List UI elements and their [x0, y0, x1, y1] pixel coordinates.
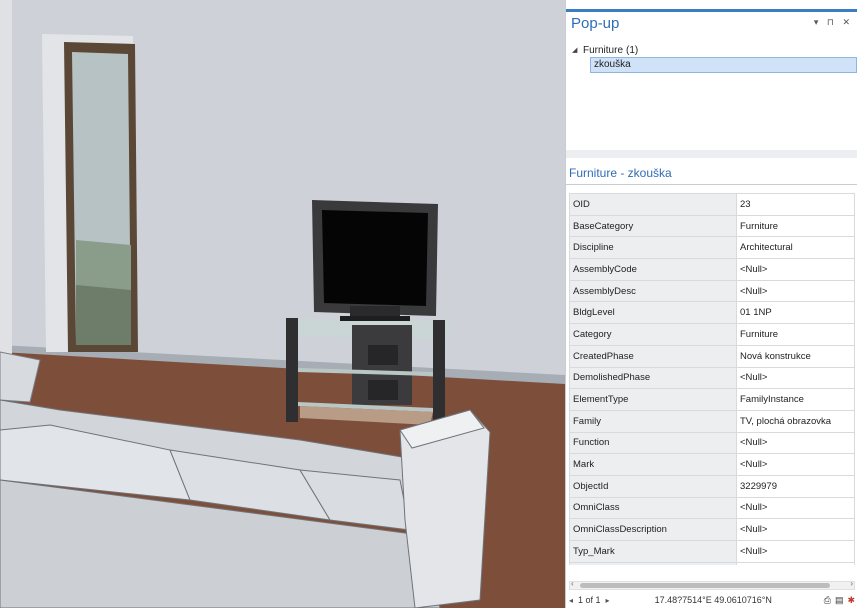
field-name-cell: AssemblyCode — [569, 258, 737, 281]
window — [42, 34, 138, 352]
field-name-cell: ElementType — [569, 388, 737, 411]
field-name-cell: Mark — [569, 453, 737, 476]
field-value-cell: <Null> — [736, 258, 855, 281]
pane-splitter[interactable] — [566, 150, 857, 158]
field-name-cell: Type — [569, 561, 737, 565]
previous-record-button[interactable]: ◂ — [566, 596, 576, 605]
field-value-cell: Architectural — [736, 236, 855, 260]
table-row[interactable]: Typ_Mark <Null> — [569, 540, 855, 563]
table-row[interactable]: OmniClass <Null> — [569, 496, 855, 520]
table-row[interactable]: Category Furniture — [569, 323, 855, 346]
field-value-cell: 23 — [736, 193, 855, 216]
attribute-table: OID 23 BaseCategory Furniture Discipline Arch… — [569, 193, 855, 565]
horizontal-scrollbar[interactable]: ‹ › — [569, 579, 855, 590]
divider — [566, 184, 857, 185]
field-value-cell: 01 1NP — [736, 301, 855, 325]
field-value-cell: <Null> — [736, 496, 855, 520]
field-value-cell: <Null> — [736, 453, 855, 476]
table-row[interactable]: AssemblyCode <Null> — [569, 258, 855, 281]
field-value-cell: Furniture — [736, 323, 855, 346]
tree-node-label: Furniture — [583, 44, 624, 56]
field-name-cell: AssemblyDesc — [569, 279, 737, 303]
field-name-cell: Category — [569, 323, 737, 346]
field-value-cell: 3229979 — [736, 474, 855, 498]
pane-accent-bar — [566, 9, 857, 12]
table-row[interactable]: Type<Null> — [569, 561, 855, 565]
field-name-cell: BldgLevel — [569, 301, 737, 325]
table-row[interactable]: OID 23 — [569, 193, 855, 216]
scroll-right-icon[interactable]: › — [850, 579, 853, 588]
attributes-section-title: Furniture - zkouška — [569, 166, 672, 180]
table-row[interactable]: BaseCategory Furniture — [569, 214, 855, 238]
scrollbar-thumb[interactable] — [580, 583, 830, 588]
field-value-cell: <Null> — [736, 540, 855, 563]
status-bar: ◂ 1 of 1 ▸ 17.48?7514°E 49.0610716°N ⎙ ▤… — [566, 592, 857, 608]
field-value-cell: <Null> — [736, 518, 855, 541]
field-name-cell: Typ_Mark — [569, 540, 737, 563]
print-icon[interactable]: ⎙ — [824, 595, 831, 606]
field-name-cell: BaseCategory — [569, 214, 737, 238]
table-row[interactable]: OmniClassDescription <Null> — [569, 518, 855, 541]
table-row[interactable]: CreatedPhase Nová konstrukce — [569, 344, 855, 368]
table-row[interactable]: Function <Null> — [569, 431, 855, 455]
field-value-cell: Nová konstrukce — [736, 344, 855, 368]
table-row[interactable]: ElementType FamilyInstance — [569, 388, 855, 411]
television — [312, 200, 438, 321]
pane-options-icon[interactable]: ▾ ⊓ ✕ — [814, 17, 853, 28]
next-record-button[interactable]: ▸ — [603, 596, 613, 605]
table-row[interactable]: Mark <Null> — [569, 453, 855, 476]
field-name-cell: Discipline — [569, 236, 737, 260]
pane-title: Pop-up — [571, 15, 620, 32]
expand-triangle-icon[interactable]: ◢ — [572, 46, 580, 54]
field-value-cell: Furniture — [736, 214, 855, 238]
field-name-cell: CreatedPhase — [569, 344, 737, 368]
coordinate-readout: 17.48?7514°E 49.0610716°N — [654, 595, 772, 605]
field-value-cell: FamilyInstance — [736, 388, 855, 411]
field-name-cell: OmniClassDescription — [569, 518, 737, 541]
field-name-cell: Family — [569, 409, 737, 433]
field-value-cell: TV, plochá obrazovka — [736, 409, 855, 433]
table-row[interactable]: ObjectId 3229979 — [569, 474, 855, 498]
table-row[interactable]: AssemblyDesc <Null> — [569, 279, 855, 303]
scene-render — [0, 0, 565, 608]
field-name-cell: OID — [569, 193, 737, 216]
tree-node-selected-feature[interactable]: zkouška — [590, 57, 857, 73]
scene-viewport[interactable] — [0, 0, 565, 608]
field-name-cell: OmniClass — [569, 496, 737, 520]
field-value-cell: <Null> — [736, 431, 855, 455]
table-row[interactable]: Family TV, plochá obrazovka — [569, 409, 855, 433]
field-name-cell: DemolishedPhase — [569, 366, 737, 390]
export-icon[interactable]: ▤ — [835, 595, 844, 606]
table-row[interactable]: BldgLevel 01 1NP — [569, 301, 855, 325]
field-value-cell: <Null> — [736, 561, 855, 565]
flash-icon[interactable]: ✱ — [847, 595, 855, 606]
table-row[interactable]: DemolishedPhase <Null> — [569, 366, 855, 390]
tree-node-count: (1) — [626, 44, 639, 56]
tree-node-furniture[interactable]: ◢ Furniture (1) — [572, 43, 857, 57]
field-value-cell: <Null> — [736, 279, 855, 303]
field-name-cell: ObjectId — [569, 474, 737, 498]
feature-tree: ◢ Furniture (1) zkouška — [572, 43, 857, 73]
field-name-cell: Function — [569, 431, 737, 455]
scroll-left-icon[interactable]: ‹ — [571, 579, 574, 588]
status-tools: ⎙ ▤ ✱ — [824, 595, 857, 606]
table-row[interactable]: Discipline Architectural — [569, 236, 855, 260]
field-value-cell: <Null> — [736, 366, 855, 390]
popup-pane: Pop-up ▾ ⊓ ✕ ◢ Furniture (1) zkouška Fur… — [565, 0, 857, 608]
attribute-table-container[interactable]: OID 23 BaseCategory Furniture Discipline Arch… — [569, 193, 855, 565]
record-counter: 1 of 1 — [578, 595, 601, 605]
